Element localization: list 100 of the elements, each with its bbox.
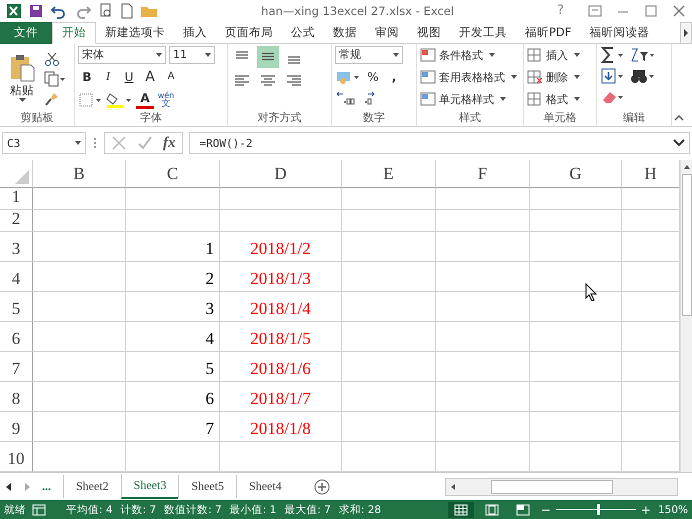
row-header[interactable]: 7 [0, 352, 33, 382]
table-cell[interactable]: 4 [126, 322, 220, 352]
sheet-tab[interactable]: Sheet4 [236, 475, 294, 498]
align-icon[interactable] [257, 46, 279, 68]
table-cell[interactable] [220, 442, 342, 472]
table-cell[interactable] [342, 232, 436, 262]
cells-menu-button[interactable]: 格式 [527, 90, 593, 109]
ribbon-tab[interactable]: 页面布局 [216, 22, 282, 44]
table-cell[interactable]: 2018/1/7 [220, 382, 342, 412]
table-cell[interactable] [33, 322, 126, 352]
macro-record-icon[interactable] [31, 502, 47, 517]
table-cell[interactable] [436, 412, 530, 442]
table-cell[interactable] [33, 188, 126, 210]
ribbon-tab[interactable]: 数据 [324, 22, 366, 44]
cells-menu-button[interactable]: 插入 [527, 46, 593, 65]
checkmark-icon[interactable] [137, 135, 153, 152]
select-all-icon[interactable] [14, 169, 30, 185]
fill-down-icon[interactable] [600, 66, 626, 85]
table-cell[interactable]: 5 [126, 352, 220, 382]
help-button[interactable]: ? [557, 3, 564, 18]
ribbon-tab[interactable]: 新建选项卡 [96, 22, 174, 44]
table-cell[interactable]: 6 [126, 382, 220, 412]
table-cell[interactable] [342, 292, 436, 322]
font-color-button[interactable]: A [136, 90, 154, 110]
borders-icon[interactable] [78, 92, 102, 108]
row-header[interactable]: 1 [0, 188, 33, 210]
comma-button[interactable]: , [385, 66, 403, 87]
table-cell[interactable]: 1 [126, 232, 220, 262]
format-painter-icon[interactable] [44, 90, 60, 107]
close-icon[interactable] [672, 4, 686, 17]
increase-font-button[interactable]: A [141, 66, 159, 87]
new-document-icon[interactable] [120, 2, 134, 19]
column-header[interactable]: D [220, 160, 342, 188]
styles-menu-button[interactable]: 条件格式 [420, 46, 520, 65]
ribbon-tab[interactable]: 公式 [282, 22, 324, 44]
scroll-left-icon[interactable] [449, 482, 457, 491]
table-cell[interactable] [342, 188, 436, 210]
table-cell[interactable]: 7 [126, 412, 220, 442]
table-cell[interactable] [220, 210, 342, 232]
table-cell[interactable]: 3 [126, 292, 220, 322]
table-cell[interactable] [342, 412, 436, 442]
ribbon-tab[interactable]: 福昕PDF [516, 22, 580, 44]
zoom-out-button[interactable]: − [540, 502, 551, 517]
row-header[interactable]: 3 [0, 232, 33, 262]
table-cell[interactable]: 2018/1/3 [220, 262, 342, 292]
copy-icon[interactable] [44, 70, 66, 87]
increase-decimal-icon[interactable] [335, 90, 357, 106]
paste-button[interactable]: 粘贴 [3, 50, 41, 105]
table-cell[interactable] [342, 352, 436, 382]
table-cell[interactable] [342, 382, 436, 412]
table-cell[interactable] [220, 188, 342, 210]
table-cell[interactable] [33, 412, 126, 442]
table-cell[interactable]: 2018/1/4 [220, 292, 342, 322]
cells-menu-button[interactable]: 删除 [527, 68, 593, 87]
row-header[interactable]: 10 [0, 442, 33, 472]
table-cell[interactable] [530, 412, 622, 442]
ribbon-tab[interactable]: 福昕阅读器 [580, 22, 658, 44]
zoom-in-button[interactable]: + [640, 502, 651, 517]
insert-function-button[interactable]: fx [163, 134, 176, 152]
table-cell[interactable] [436, 352, 530, 382]
row-header[interactable]: 2 [0, 210, 33, 232]
table-cell[interactable] [342, 322, 436, 352]
font-size-dropdown[interactable]: 11 [169, 46, 215, 64]
row-header[interactable]: 6 [0, 322, 33, 352]
table-cell[interactable] [530, 232, 622, 262]
scroll-up-icon[interactable] [682, 163, 690, 171]
table-cell[interactable] [530, 382, 622, 412]
italic-button[interactable]: I [99, 66, 117, 87]
table-cell[interactable]: 2018/1/2 [220, 232, 342, 262]
row-header[interactable]: 5 [0, 292, 33, 322]
decrease-font-button[interactable]: A [162, 66, 180, 87]
ribbon-tab[interactable]: 视图 [408, 22, 450, 44]
table-cell[interactable] [33, 210, 126, 232]
table-cell[interactable]: 2 [126, 262, 220, 292]
collapse-ribbon-icon[interactable] [674, 114, 684, 122]
table-cell[interactable] [342, 262, 436, 292]
table-cell[interactable] [33, 442, 126, 472]
expand-icon[interactable] [673, 139, 685, 148]
vertical-scrollbar[interactable] [680, 160, 692, 472]
table-cell[interactable] [436, 382, 530, 412]
cancel-icon[interactable] [111, 135, 127, 152]
table-cell[interactable] [33, 292, 126, 322]
table-cell[interactable] [342, 210, 436, 232]
table-cell[interactable] [126, 188, 220, 210]
table-cell[interactable] [126, 210, 220, 232]
cut-icon[interactable] [44, 50, 60, 67]
add-sheet-icon[interactable] [314, 478, 330, 495]
table-cell[interactable] [33, 382, 126, 412]
zoom-slider-thumb[interactable] [596, 504, 600, 516]
table-cell[interactable] [530, 188, 622, 210]
fill-color-icon[interactable] [105, 90, 133, 109]
table-cell[interactable] [436, 442, 530, 472]
styles-menu-button[interactable]: 套用表格格式 [420, 68, 520, 87]
scroll-right-icon[interactable] [680, 22, 692, 44]
ribbon-tab[interactable]: 插入 [174, 22, 216, 44]
ribbon-tab[interactable]: 开发工具 [450, 22, 516, 44]
column-header[interactable]: E [342, 160, 436, 188]
table-cell[interactable] [436, 322, 530, 352]
bold-button[interactable]: B [78, 66, 96, 87]
table-cell[interactable] [530, 210, 622, 232]
